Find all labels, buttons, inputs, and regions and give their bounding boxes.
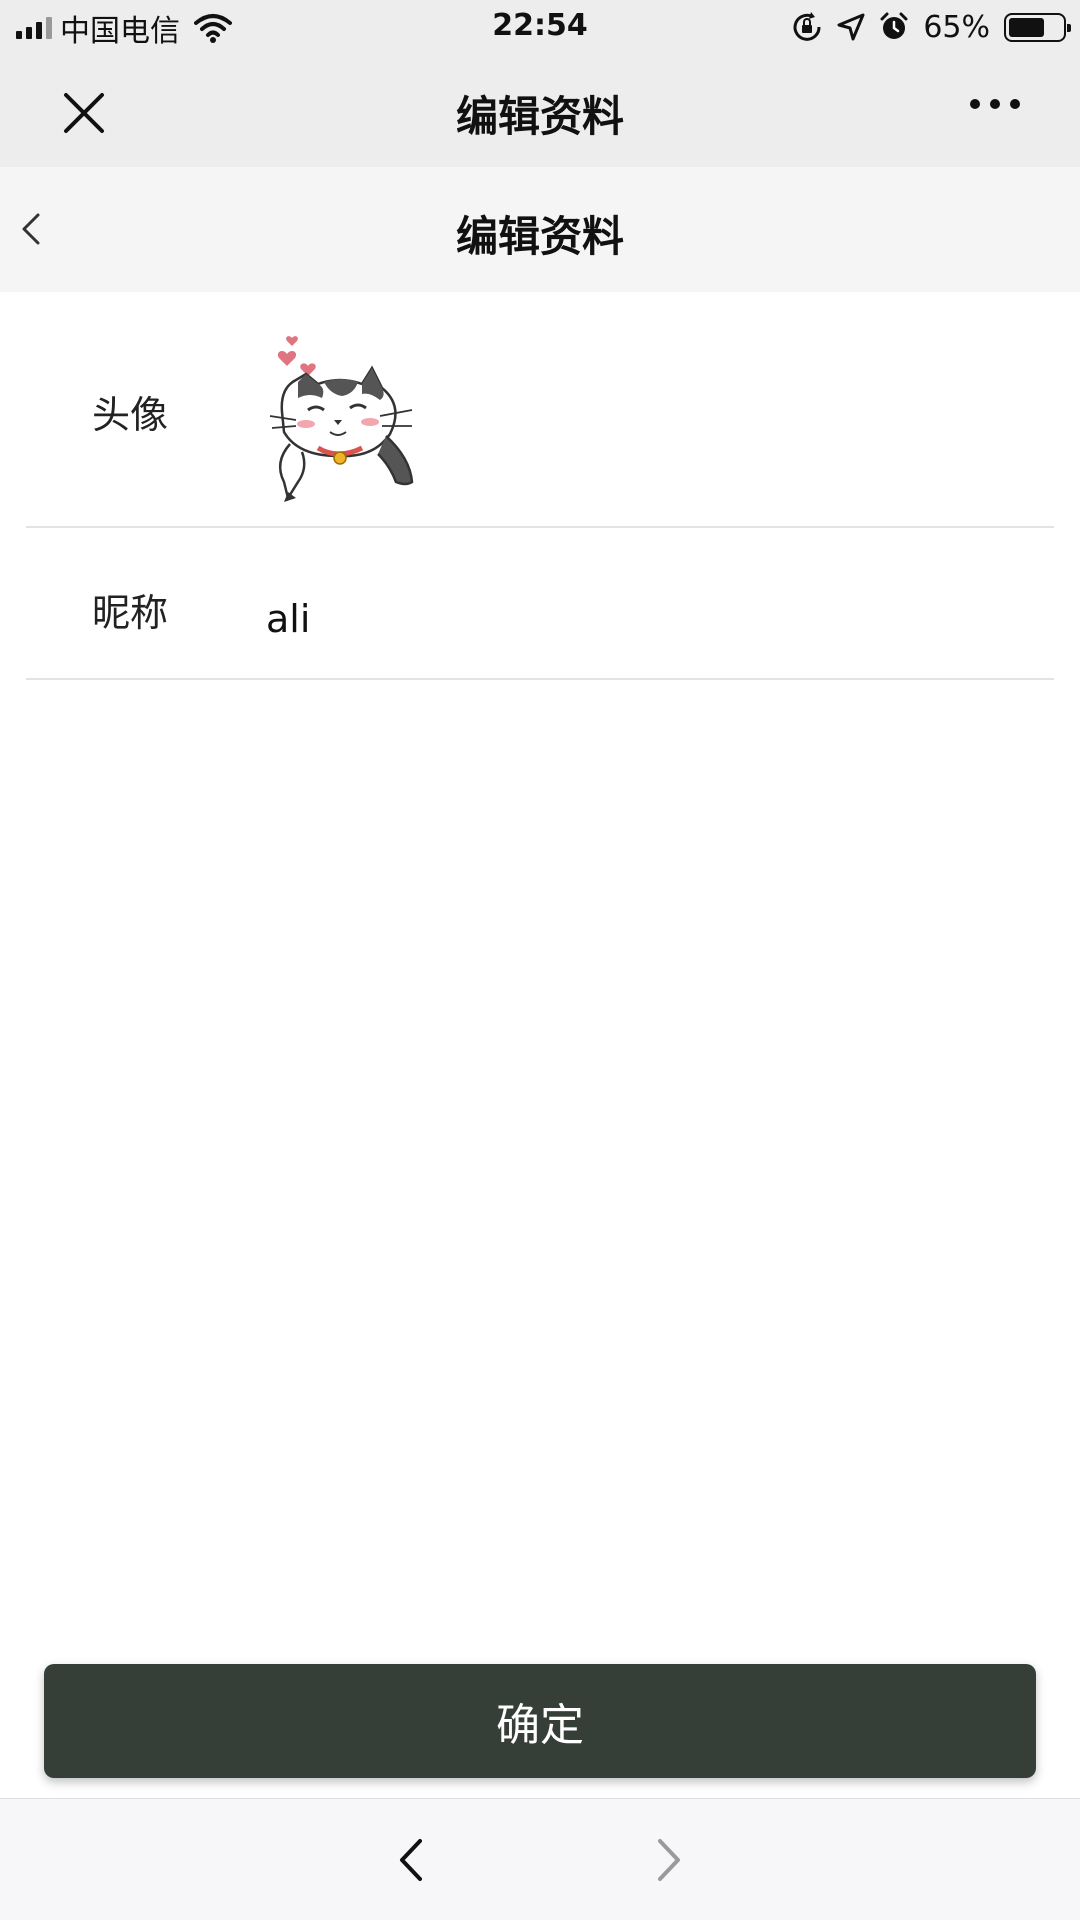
avatar-row[interactable]: 头像 [26,292,1054,528]
chevron-left-icon[interactable] [396,1835,426,1885]
avatar[interactable] [262,332,432,502]
nickname-row: 昵称 [26,528,1054,680]
battery-icon [1004,12,1071,42]
orientation-lock-icon [793,12,821,41]
chevron-right-icon[interactable] [654,1835,684,1885]
bottom-toolbar [0,1798,1080,1920]
nickname-label: 昵称 [92,591,169,635]
confirm-button[interactable]: 确定 [44,1664,1036,1778]
alarm-icon [880,12,908,39]
avatar-label: 头像 [92,393,169,437]
page-title: 编辑资料 [455,212,624,261]
nickname-input[interactable] [266,592,1026,646]
battery-fill [1009,17,1044,37]
more-icon[interactable] [970,99,1020,109]
status-bar: 中国电信 22:54 65% [0,0,1080,55]
nav-bar: 编辑资料 [0,55,1080,167]
status-right: 65% [791,8,1071,46]
page-header: 编辑资料 [0,167,1080,292]
location-icon [837,13,865,41]
battery-percent: 65% [923,9,990,45]
nav-title: 编辑资料 [455,92,624,141]
